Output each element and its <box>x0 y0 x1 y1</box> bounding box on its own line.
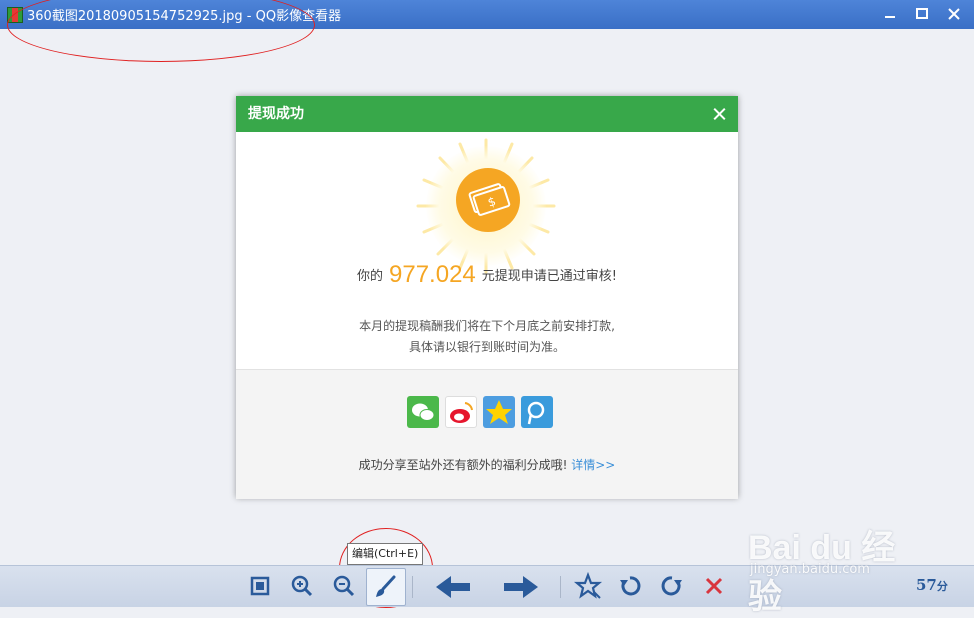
tencent-weibo-icon[interactable] <box>521 396 553 428</box>
dialog-header: 提现成功 <box>236 96 738 132</box>
favorite-button[interactable] <box>572 570 604 602</box>
rotate-left-button[interactable] <box>614 570 646 602</box>
withdraw-amount: 977.024 <box>389 261 476 288</box>
amount-suffix: 元提现申请已通过审核! <box>481 269 617 284</box>
delete-icon <box>705 577 723 595</box>
delete-button[interactable] <box>698 570 730 602</box>
wechat-icon[interactable] <box>407 396 439 428</box>
share-bonus-text: 成功分享至站外还有额外的福利分成哦! 详情>> <box>358 458 616 472</box>
zoom-in-button[interactable] <box>286 570 318 602</box>
money-sun-illustration: $ <box>386 136 586 276</box>
money-coin-icon: $ <box>456 168 520 232</box>
payment-info-line1: 本月的提现稿酬我们将在下个月底之前安排打款, <box>359 319 615 333</box>
minimize-button[interactable] <box>879 3 901 25</box>
favorite-icon <box>573 571 603 599</box>
zoom-in-icon <box>291 575 313 597</box>
next-button[interactable] <box>502 570 540 602</box>
approval-message: 你的 977.024 元提现申请已通过审核! <box>236 261 738 289</box>
edit-tooltip: 编辑(Ctrl+E) <box>347 543 424 565</box>
dialog-close-button[interactable] <box>708 96 730 132</box>
baidu-jingyan-watermark: Bai du 经验 jingyan.baidu.com <box>748 500 928 616</box>
share-section: 成功分享至站外还有额外的福利分成哦! 详情>> <box>236 369 738 499</box>
qzone-icon[interactable] <box>483 396 515 428</box>
payment-info-line2: 具体请以银行到账时间为准。 <box>408 340 565 354</box>
fit-icon <box>250 576 270 596</box>
rotate-left-icon <box>620 576 641 596</box>
previous-icon <box>436 576 470 598</box>
rotate-right-button[interactable] <box>656 570 688 602</box>
edit-button[interactable] <box>366 568 406 606</box>
next-icon <box>504 576 538 598</box>
amount-prefix: 你的 <box>357 269 384 284</box>
maximize-icon <box>916 8 928 19</box>
payment-info: 本月的提现稿酬我们将在下个月底之前安排打款, 具体请以银行到账时间为准。 <box>236 316 738 358</box>
close-icon <box>948 8 960 20</box>
rotate-right-icon <box>661 576 682 596</box>
maximize-button[interactable] <box>911 3 933 25</box>
previous-button[interactable] <box>434 570 472 602</box>
minimize-icon <box>885 16 895 18</box>
close-window-button[interactable] <box>943 3 965 25</box>
zoom-out-button[interactable] <box>328 570 360 602</box>
weibo-icon[interactable] <box>445 396 477 428</box>
details-link[interactable]: 详情>> <box>571 458 615 472</box>
fit-to-window-button[interactable] <box>244 570 276 602</box>
dialog-title: 提现成功 <box>248 106 304 122</box>
edit-brush-icon <box>376 575 396 597</box>
withdraw-success-dialog: 提现成功 $ 你的 977.024 元提现申请已通过审核! 本月的提现稿酬我们将… <box>236 96 738 499</box>
watermark-url: jingyan.baidu.com <box>750 562 870 577</box>
zoom-out-icon <box>333 575 355 597</box>
